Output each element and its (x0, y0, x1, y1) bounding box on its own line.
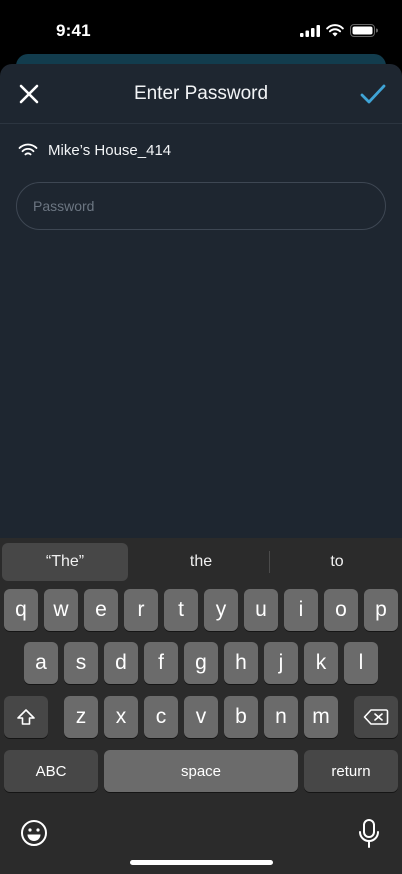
wifi-icon (18, 143, 38, 156)
page-title: Enter Password (133, 83, 269, 104)
key-z[interactable]: z (64, 696, 98, 738)
status-icons (300, 24, 378, 37)
key-l[interactable]: l (344, 642, 378, 684)
wifi-status-icon (326, 24, 344, 37)
key-x[interactable]: x (104, 696, 138, 738)
backspace-key[interactable] (354, 696, 398, 738)
key-g[interactable]: g (184, 642, 218, 684)
key-q[interactable]: q (4, 589, 38, 631)
backspace-icon (363, 709, 389, 725)
status-bar: 9:41 (0, 0, 402, 56)
key-k[interactable]: k (304, 642, 338, 684)
key-w[interactable]: w (44, 589, 78, 631)
suggestion-item[interactable]: “The” (2, 543, 128, 581)
suggestion-item[interactable]: the (134, 543, 268, 581)
microphone-icon[interactable] (358, 819, 380, 849)
key-r[interactable]: r (124, 589, 158, 631)
key-d[interactable]: d (104, 642, 138, 684)
key-i[interactable]: i (284, 589, 318, 631)
key-m[interactable]: m (304, 696, 338, 738)
key-c[interactable]: c (144, 696, 178, 738)
key-j[interactable]: j (264, 642, 298, 684)
emoji-icon[interactable] (20, 819, 48, 847)
key-n[interactable]: n (264, 696, 298, 738)
abc-key[interactable]: ABC (4, 750, 98, 792)
key-v[interactable]: v (184, 696, 218, 738)
home-indicator (130, 860, 273, 865)
status-time: 9:41 (56, 21, 91, 40)
network-name: Mike’s House_414 (48, 142, 172, 159)
checkmark-icon[interactable] (360, 82, 386, 106)
key-u[interactable]: u (244, 589, 278, 631)
key-f[interactable]: f (144, 642, 178, 684)
key-p[interactable]: p (364, 589, 398, 631)
key-e[interactable]: e (84, 589, 118, 631)
key-y[interactable]: y (204, 589, 238, 631)
navigation-bar: Enter Password (0, 64, 402, 124)
key-t[interactable]: t (164, 589, 198, 631)
key-b[interactable]: b (224, 696, 258, 738)
battery-icon (350, 24, 378, 37)
key-s[interactable]: s (64, 642, 98, 684)
password-input[interactable] (16, 182, 386, 230)
shift-icon (17, 709, 35, 725)
suggestion-bar: “The” the to (0, 538, 402, 584)
key-o[interactable]: o (324, 589, 358, 631)
suggestion-item[interactable]: to (272, 543, 402, 581)
network-row: Mike’s House_414 (18, 142, 171, 159)
suggestion-divider (269, 551, 270, 573)
shift-key[interactable] (4, 696, 48, 738)
space-key[interactable]: space (104, 750, 298, 792)
keyboard: “The” the to q w e r t y u i o p a s d f… (0, 538, 402, 874)
key-h[interactable]: h (224, 642, 258, 684)
cellular-signal-icon (300, 24, 320, 37)
key-a[interactable]: a (24, 642, 58, 684)
return-key[interactable]: return (304, 750, 398, 792)
